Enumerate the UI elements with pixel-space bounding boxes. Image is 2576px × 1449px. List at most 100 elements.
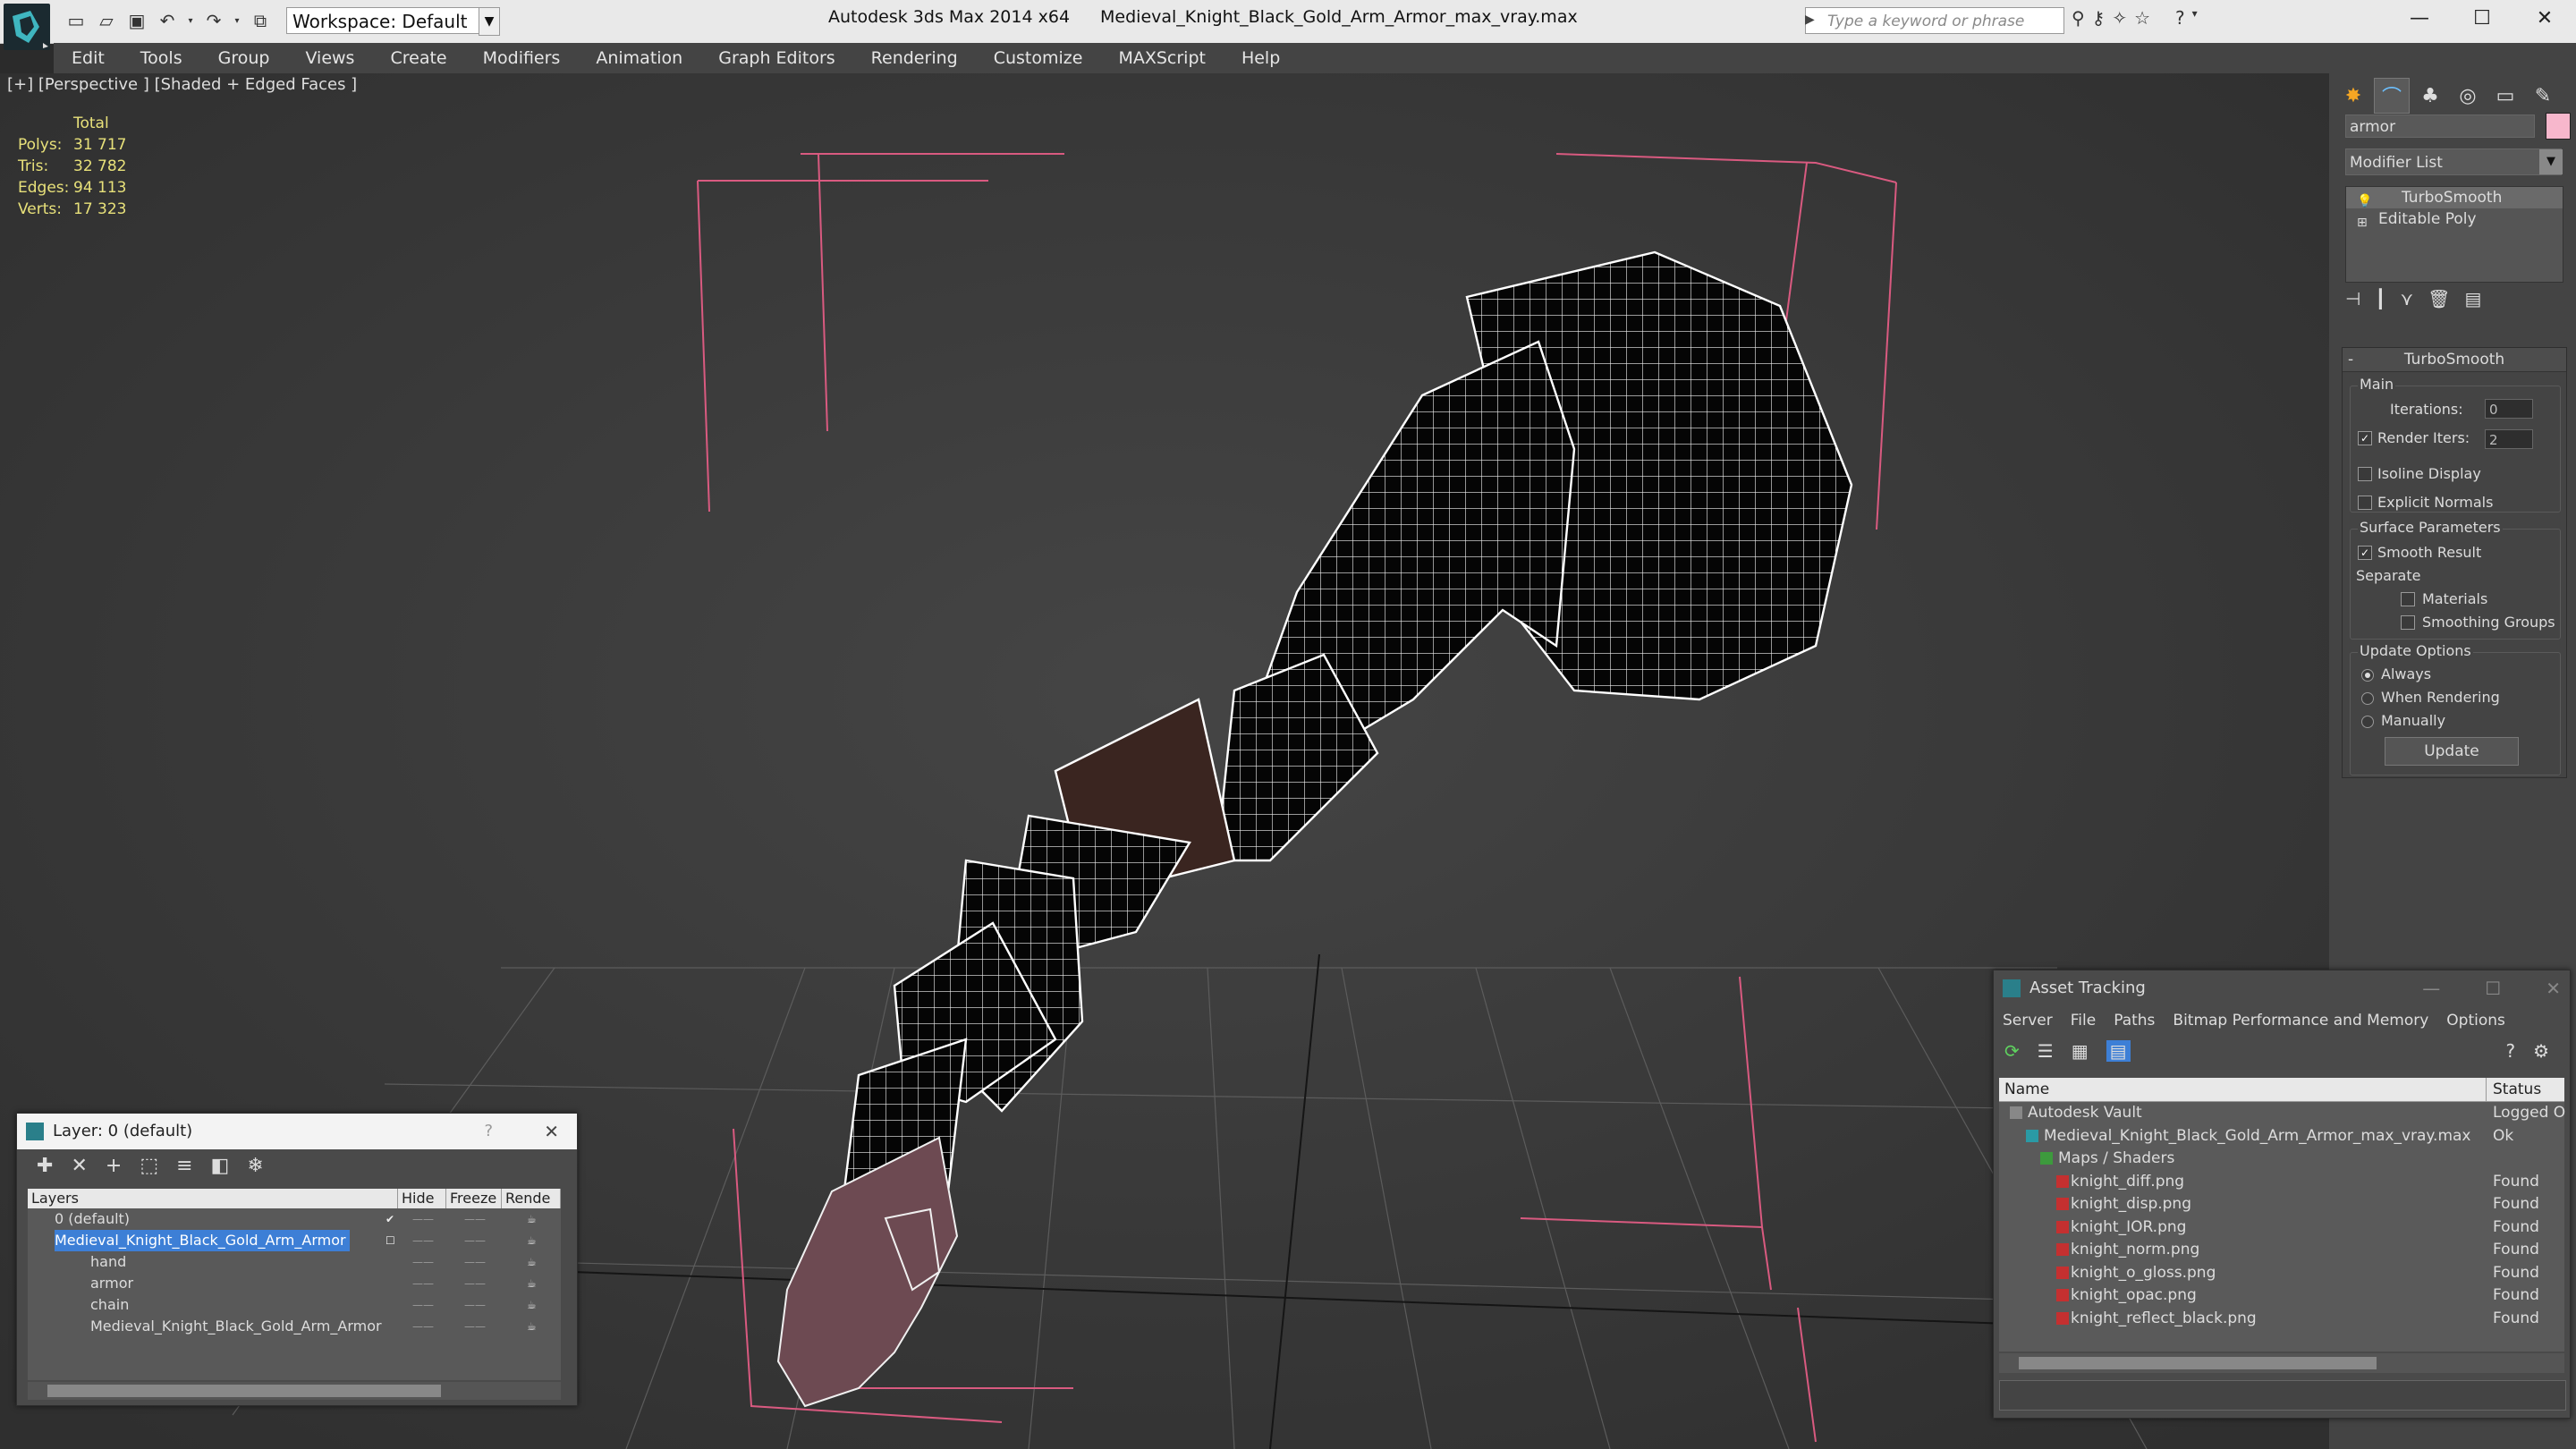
- minimize-icon[interactable]: —: [2422, 970, 2440, 1006]
- layer-window-titlebar[interactable]: Layer: 0 (default) ? ✕: [17, 1114, 577, 1149]
- update-button[interactable]: Update: [2385, 737, 2519, 766]
- redo-dropdown-icon[interactable]: ▾: [231, 7, 243, 34]
- freeze-toggle[interactable]: ——: [464, 1316, 486, 1337]
- utilities-tab-icon[interactable]: ✎: [2526, 79, 2560, 113]
- column-freeze[interactable]: Freeze: [446, 1189, 502, 1208]
- rollout-header[interactable]: - TurboSmooth: [2343, 348, 2566, 372]
- asset-row[interactable]: knight_disp.png Found: [1999, 1193, 2564, 1216]
- freeze-all-icon[interactable]: ❄: [247, 1155, 263, 1177]
- asset-row[interactable]: Maps / Shaders: [1999, 1148, 2564, 1171]
- asset-row[interactable]: knight_IOR.png Found: [1999, 1216, 2564, 1240]
- freeze-toggle[interactable]: ——: [464, 1273, 486, 1294]
- thumbnail-view-icon[interactable]: ▦: [2072, 1040, 2089, 1062]
- create-tab-icon[interactable]: ✸: [2336, 79, 2370, 113]
- teapot-icon[interactable]: ☕: [527, 1230, 537, 1251]
- workspace-select[interactable]: Workspace: Default ▼: [286, 7, 500, 36]
- asset-row[interactable]: knight_norm.png Found: [1999, 1239, 2564, 1262]
- menu-server[interactable]: Server: [1994, 1006, 2062, 1035]
- menu-graph-editors[interactable]: Graph Editors: [700, 43, 852, 73]
- undo-dropdown-icon[interactable]: ▾: [184, 7, 197, 34]
- modify-tab-icon[interactable]: ⌒: [2374, 78, 2410, 114]
- menu-paths[interactable]: Paths: [2105, 1006, 2164, 1035]
- asset-row[interactable]: knight_opac.png Found: [1999, 1284, 2564, 1308]
- make-unique-icon[interactable]: ⋎: [2400, 288, 2413, 309]
- menu-options[interactable]: Options: [2437, 1006, 2514, 1035]
- remove-modifier-icon[interactable]: 🗑: [2428, 288, 2450, 309]
- hide-toggle[interactable]: ——: [412, 1251, 434, 1273]
- undo-icon[interactable]: ↶: [154, 7, 181, 34]
- asset-row[interactable]: knight_diff.png Found: [1999, 1171, 2564, 1194]
- column-status[interactable]: Status: [2493, 1080, 2541, 1098]
- pin-stack-icon[interactable]: ⊣: [2345, 288, 2360, 309]
- when-rendering-radio[interactable]: [2361, 692, 2374, 705]
- asset-row[interactable]: Autodesk Vault Logged O: [1999, 1102, 2565, 1125]
- new-file-icon[interactable]: ▭: [63, 7, 89, 34]
- stack-item-editable-poly[interactable]: ⊞ Editable Poly: [2346, 208, 2563, 230]
- menu-customize[interactable]: Customize: [976, 43, 1101, 73]
- smoothing-groups-checkbox[interactable]: [2401, 615, 2415, 630]
- teapot-icon[interactable]: ☕: [527, 1294, 537, 1316]
- subscription-icon[interactable]: ⚷: [2092, 7, 2106, 29]
- active-box-icon[interactable]: ☐: [386, 1230, 395, 1251]
- menu-views[interactable]: Views: [287, 43, 372, 73]
- object-name-field[interactable]: armor: [2345, 114, 2535, 138]
- manually-radio[interactable]: [2361, 716, 2374, 728]
- search-input[interactable]: Type a keyword or phrase: [1805, 7, 2064, 34]
- communication-icon[interactable]: ✧: [2112, 7, 2127, 29]
- project-folder-icon[interactable]: ⧉: [247, 7, 274, 34]
- materials-checkbox[interactable]: [2401, 592, 2415, 606]
- delete-layer-icon[interactable]: ✕: [71, 1155, 87, 1177]
- chevron-down-icon[interactable]: ▼: [479, 7, 500, 36]
- hide-toggle[interactable]: ——: [412, 1316, 434, 1337]
- list-view-icon[interactable]: ☰: [2038, 1040, 2054, 1062]
- help-icon[interactable]: ?: [2175, 7, 2185, 29]
- close-icon[interactable]: ✕: [2513, 0, 2576, 36]
- help-icon[interactable]: ?: [2506, 1040, 2516, 1062]
- hide-toggle[interactable]: ——: [412, 1208, 434, 1230]
- freeze-toggle[interactable]: ——: [464, 1251, 486, 1273]
- hide-all-icon[interactable]: ◧: [211, 1155, 230, 1177]
- hide-toggle[interactable]: ——: [412, 1294, 434, 1316]
- chevron-down-icon[interactable]: ▼: [2539, 149, 2563, 174]
- highlight-layer-icon[interactable]: ≡: [176, 1155, 192, 1177]
- asset-row[interactable]: Medieval_Knight_Black_Gold_Arm_Armor_max…: [1999, 1125, 2564, 1148]
- freeze-toggle[interactable]: ——: [464, 1294, 486, 1316]
- close-icon[interactable]: ✕: [544, 1114, 559, 1149]
- scrollbar-thumb[interactable]: [2019, 1357, 2377, 1369]
- menu-rendering[interactable]: Rendering: [853, 43, 976, 73]
- hide-toggle[interactable]: ——: [412, 1273, 434, 1294]
- hierarchy-tab-icon[interactable]: ♣: [2413, 79, 2447, 113]
- save-icon[interactable]: ▣: [123, 7, 150, 34]
- menu-help[interactable]: Help: [1224, 43, 1298, 73]
- iterations-spinner[interactable]: 0: [2485, 399, 2533, 419]
- help-icon[interactable]: ?: [484, 1114, 493, 1149]
- create-layer-icon[interactable]: ✚: [37, 1155, 53, 1177]
- binoculars-icon[interactable]: ⚲: [2072, 7, 2085, 29]
- app-logo-icon[interactable]: [4, 4, 50, 50]
- freeze-toggle[interactable]: ——: [464, 1230, 486, 1251]
- hide-toggle[interactable]: ——: [412, 1230, 434, 1251]
- column-render[interactable]: Rende: [502, 1189, 561, 1208]
- menu-bitmap-performance[interactable]: Bitmap Performance and Memory: [2164, 1006, 2437, 1035]
- menu-animation[interactable]: Animation: [578, 43, 700, 73]
- configure-sets-icon[interactable]: ▤: [2465, 288, 2482, 309]
- close-icon[interactable]: ✕: [2546, 970, 2561, 1006]
- minimize-icon[interactable]: —: [2388, 0, 2451, 36]
- asset-tracking-titlebar[interactable]: Asset Tracking — ☐ ✕: [1994, 970, 2570, 1006]
- expand-search-icon[interactable]: ▶: [1805, 13, 1815, 27]
- render-iters-spinner[interactable]: 2: [2485, 429, 2533, 449]
- freeze-toggle[interactable]: ——: [464, 1208, 486, 1230]
- teapot-icon[interactable]: ☕: [527, 1251, 537, 1273]
- add-selection-icon[interactable]: +: [106, 1155, 122, 1177]
- menu-maxscript[interactable]: MAXScript: [1100, 43, 1224, 73]
- column-layers[interactable]: Layers: [28, 1189, 398, 1208]
- isoline-display-checkbox[interactable]: [2358, 467, 2372, 481]
- layer-row[interactable]: Medieval_Knight_Black_Gold_Arm_Armor ☐ —— —…: [28, 1230, 561, 1251]
- menu-edit[interactable]: Edit: [54, 43, 123, 73]
- active-check-icon[interactable]: ✔: [386, 1208, 394, 1230]
- viewport-label[interactable]: [+] [Perspective ] [Shaded + Edged Faces…: [7, 75, 357, 94]
- asset-row[interactable]: knight_o_gloss.png Found: [1999, 1262, 2564, 1285]
- open-file-icon[interactable]: ▱: [93, 7, 120, 34]
- display-tab-icon[interactable]: ▭: [2488, 79, 2522, 113]
- horizontal-scrollbar[interactable]: [1999, 1353, 2564, 1373]
